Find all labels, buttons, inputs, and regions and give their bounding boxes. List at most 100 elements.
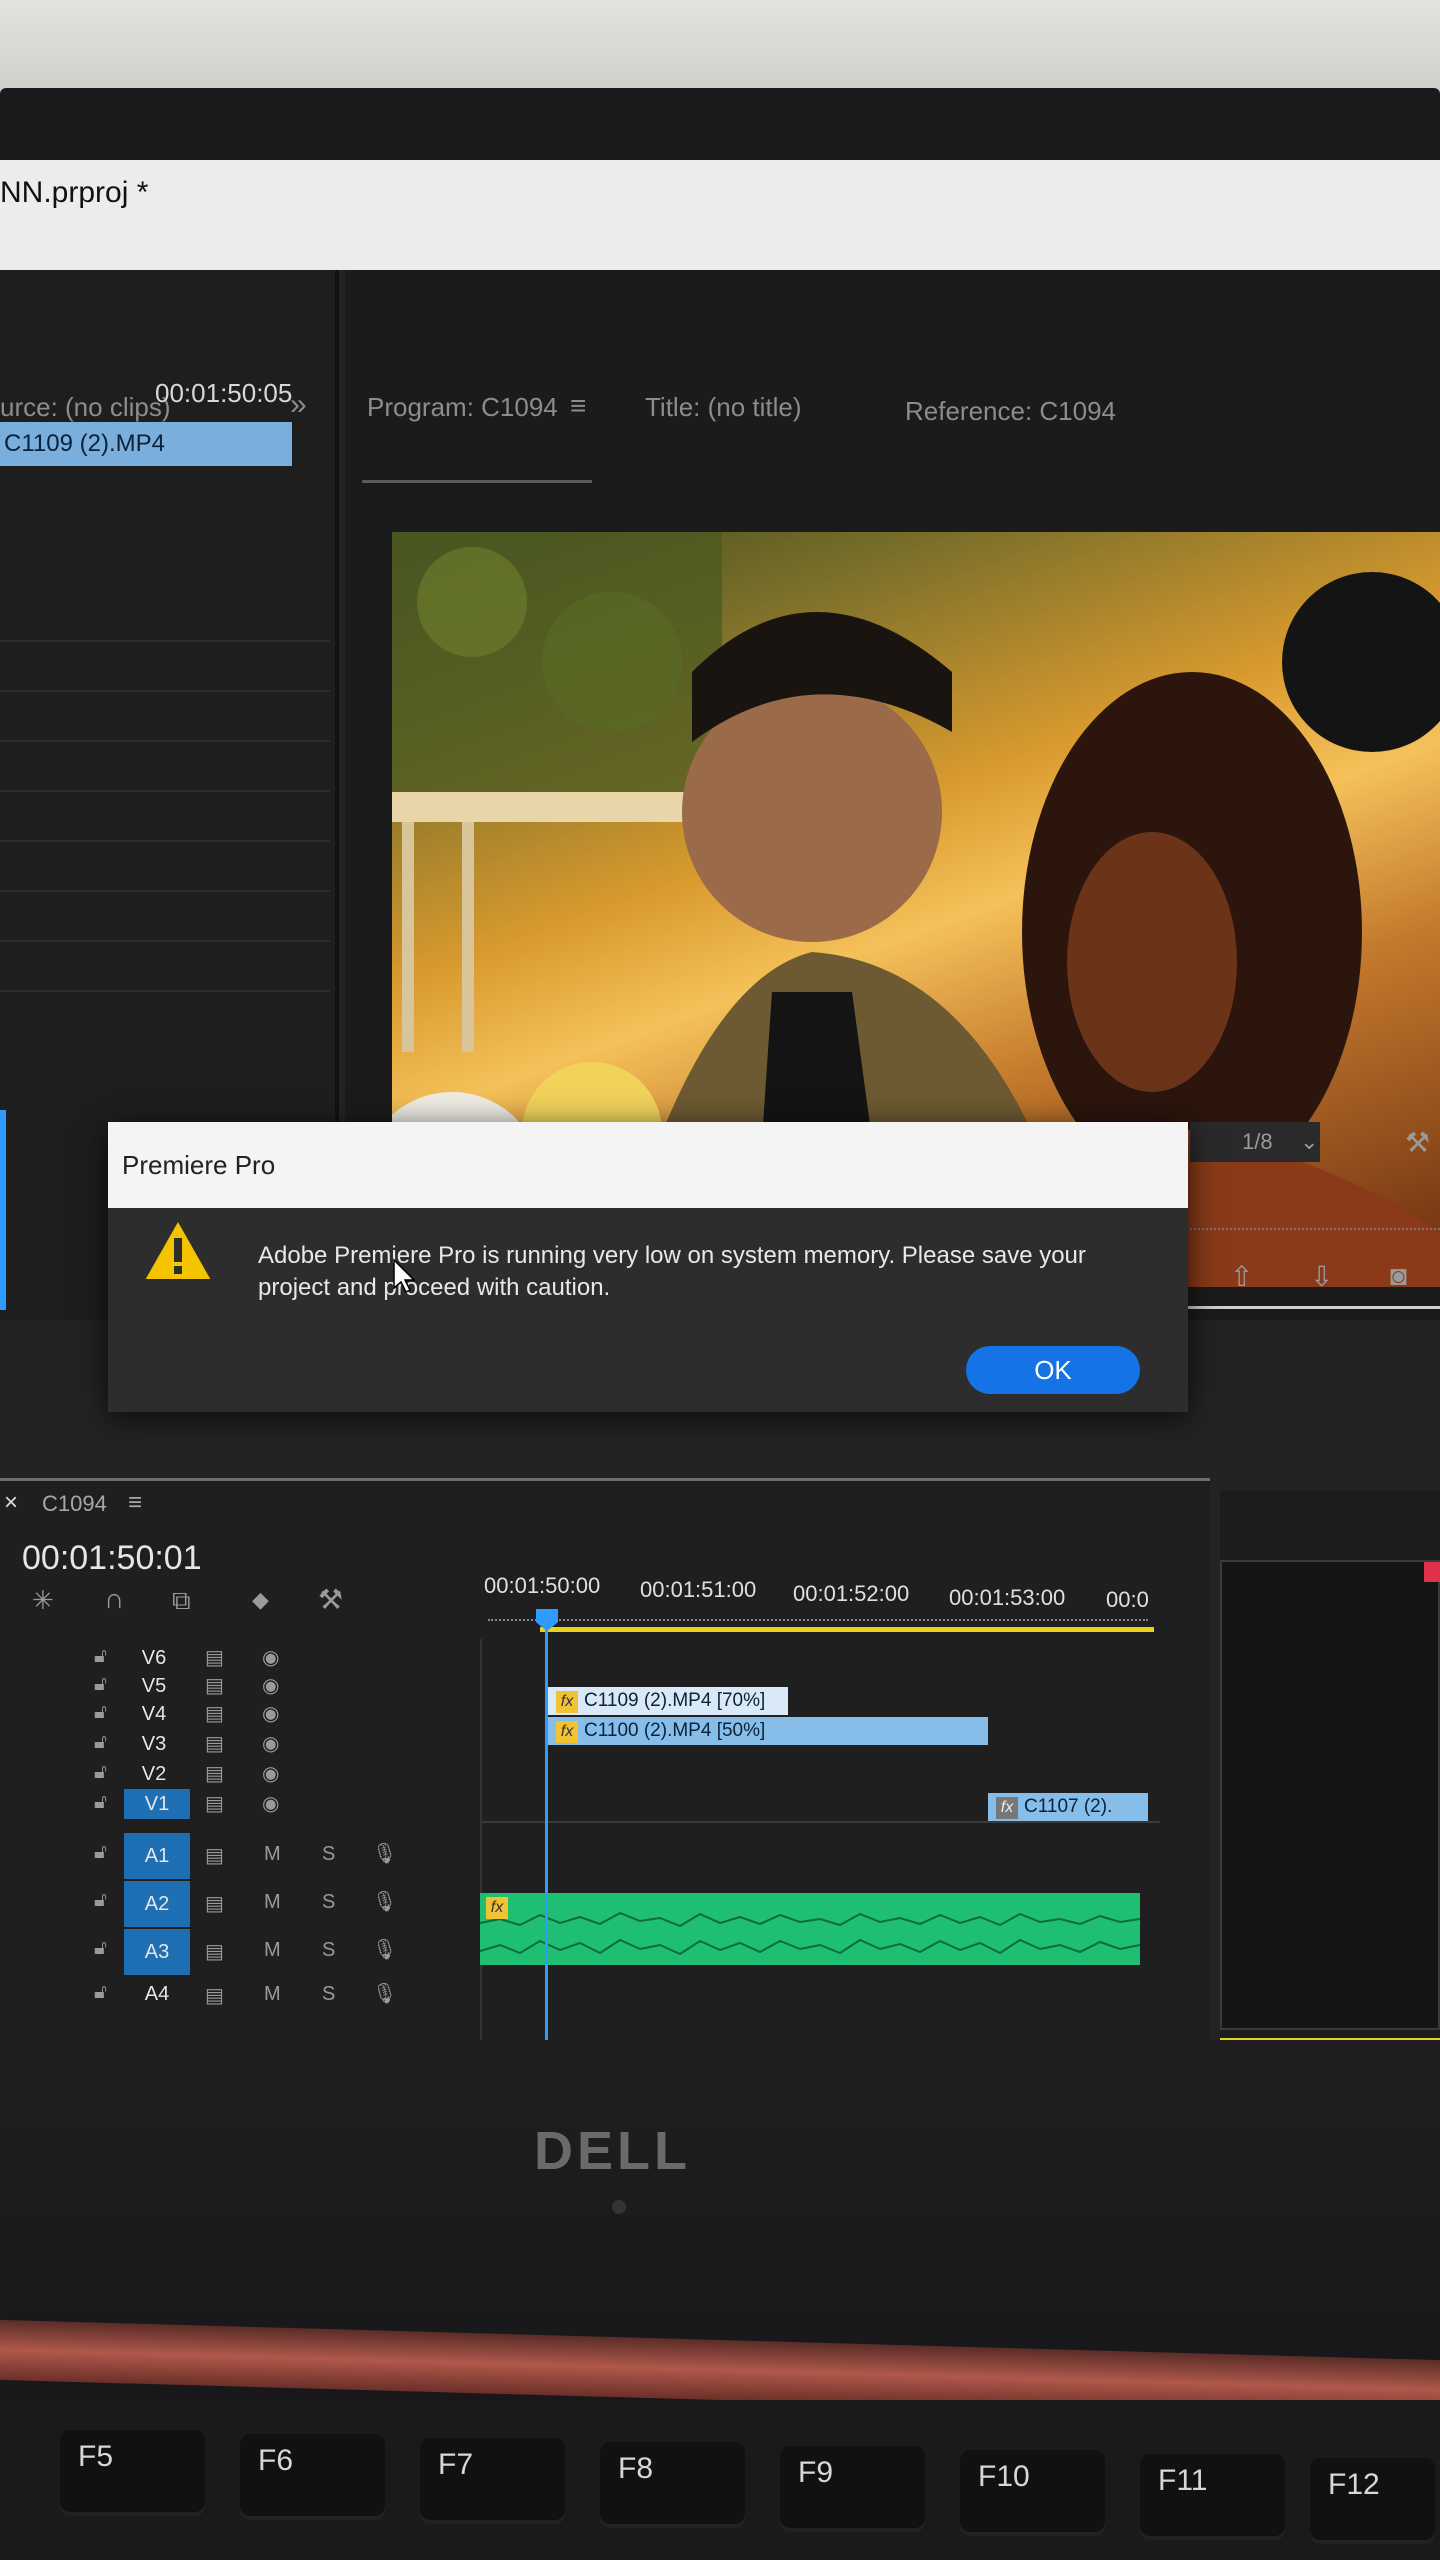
extract-icon[interactable]: ⇩ (1310, 1260, 1333, 1293)
mute-button[interactable]: M (264, 1843, 281, 1866)
f5-key[interactable]: F5 (60, 2430, 205, 2516)
clip-name: C1107 (2). (1024, 1796, 1113, 1817)
clip[interactable]: fx C1109 (2).MP4 [70%] (548, 1687, 788, 1715)
sync-lock-icon[interactable]: ▤ (205, 1701, 224, 1726)
timeline-panel: × C1094 ≡ 00:01:50:01 ✳ ∩ ⧉ ◆ ⚒ 00:01:50… (0, 1478, 1210, 2040)
lock-icon[interactable]: 🔓︎ (94, 1701, 107, 1724)
lock-icon[interactable]: 🔓︎ (94, 1731, 107, 1754)
wrench-icon[interactable]: ⚒ (318, 1583, 343, 1616)
solo-button[interactable]: S (322, 1843, 335, 1866)
track-label[interactable]: V5 (132, 1671, 176, 1701)
sequence-tab[interactable]: C1094 (42, 1491, 107, 1517)
track-label-v1[interactable]: V1 (124, 1789, 190, 1819)
eye-icon[interactable]: ◉ (262, 1761, 279, 1786)
microphone-icon[interactable]: 🎙︎ (372, 1981, 397, 2006)
fx-badge: fx (556, 1721, 578, 1743)
eye-icon[interactable]: ◉ (262, 1673, 279, 1698)
track-label-a3[interactable]: A3 (124, 1929, 190, 1975)
track-label[interactable]: V3 (132, 1729, 176, 1759)
lock-icon[interactable]: 🔓︎ (94, 1937, 107, 1960)
f6-key[interactable]: F6 (240, 2434, 385, 2520)
add-marker-icon[interactable]: ◆ (252, 1587, 269, 1613)
fx-badge: fx (556, 1691, 578, 1713)
eye-icon[interactable]: ◉ (262, 1701, 279, 1726)
more-panels-button[interactable]: » (290, 388, 307, 422)
lock-icon[interactable]: 🔓︎ (94, 1889, 107, 1912)
tab-title[interactable]: Title: (no title) (645, 392, 802, 423)
lock-icon[interactable]: 🔓︎ (94, 1981, 107, 2004)
track-label[interactable]: V4 (132, 1699, 176, 1729)
f8-key[interactable]: F8 (600, 2442, 745, 2528)
sync-lock-icon[interactable]: ▤ (205, 1791, 224, 1816)
timeline-timecode[interactable]: 00:01:50:01 (22, 1539, 202, 1578)
mute-button[interactable]: M (264, 1939, 281, 1962)
track-label[interactable]: V2 (132, 1759, 176, 1789)
linked-selection-icon[interactable]: ⧉ (172, 1585, 191, 1617)
track-label-a4[interactable]: A4 (124, 1979, 190, 2009)
dialog-title: Premiere Pro (108, 1122, 1188, 1208)
source-clip[interactable]: C1109 (2).MP4 (0, 422, 292, 466)
f10-key[interactable]: F10 (960, 2450, 1105, 2536)
lock-icon[interactable]: 🔓︎ (94, 1791, 107, 1814)
nest-icon[interactable]: ✳ (32, 1585, 54, 1616)
eye-icon[interactable]: ◉ (262, 1645, 279, 1670)
solo-button[interactable]: S (322, 1939, 335, 1962)
mute-button[interactable]: M (264, 1983, 281, 2006)
meter-area (1220, 1560, 1440, 2030)
sync-lock-icon[interactable]: ▤ (205, 1731, 224, 1756)
track-label[interactable]: V6 (132, 1643, 176, 1673)
eye-icon[interactable]: ◉ (262, 1791, 279, 1816)
sync-lock-icon[interactable]: ▤ (205, 1645, 224, 1670)
lock-icon[interactable]: 🔓︎ (94, 1673, 107, 1696)
time-ruler-ticks[interactable] (488, 1609, 1148, 1621)
microphone-icon[interactable]: 🎙︎ (372, 1937, 397, 1962)
divider (0, 840, 330, 842)
solo-button[interactable]: S (322, 1891, 335, 1914)
snap-icon[interactable]: ∩ (104, 1583, 124, 1615)
low-memory-dialog: Premiere Pro Adobe Premiere Pro is runni… (108, 1122, 1188, 1412)
program-menu-icon[interactable]: ≡ (570, 390, 586, 422)
lock-icon[interactable]: 🔓︎ (94, 1645, 107, 1668)
track-label-a2[interactable]: A2 (124, 1881, 190, 1927)
mute-button[interactable]: M (264, 1891, 281, 1914)
clip[interactable]: fx C1107 (2). (988, 1793, 1148, 1821)
f12-key[interactable]: F12 (1310, 2458, 1435, 2544)
ok-button[interactable]: OK (966, 1346, 1140, 1394)
tab-reference[interactable]: Reference: C1094 (905, 396, 1116, 427)
audio-clip[interactable]: fx (480, 1893, 1140, 1965)
lift-icon[interactable]: ⇧ (1230, 1260, 1253, 1293)
sync-lock-icon[interactable]: ▤ (205, 1939, 224, 1964)
solo-button[interactable]: S (322, 1983, 335, 2006)
f11-key[interactable]: F11 (1140, 2454, 1285, 2540)
playhead-line[interactable] (545, 1629, 548, 2040)
wrench-icon[interactable]: ⚒ (1405, 1126, 1430, 1159)
divider (0, 890, 330, 892)
source-tab[interactable]: urce: (no clips) (0, 392, 171, 423)
eye-icon[interactable]: ◉ (262, 1731, 279, 1756)
sync-lock-icon[interactable]: ▤ (205, 1983, 224, 2008)
fit-select[interactable]: 1/8 ⌄ (1190, 1122, 1320, 1162)
sync-lock-icon[interactable]: ▤ (205, 1761, 224, 1786)
divider (0, 790, 330, 792)
tab-program[interactable]: Program: C1094 (367, 392, 558, 423)
close-icon[interactable]: × (4, 1489, 18, 1517)
f7-key[interactable]: F7 (420, 2438, 565, 2524)
sync-lock-icon[interactable]: ▤ (205, 1843, 224, 1868)
ruler-time: 00:01:52:00 (793, 1581, 910, 1606)
sync-lock-icon[interactable]: ▤ (205, 1891, 224, 1916)
clip[interactable]: fx C1100 (2).MP4 [50%] (548, 1717, 988, 1745)
lock-icon[interactable]: 🔓︎ (94, 1841, 107, 1864)
program-ruler[interactable] (1190, 1212, 1440, 1230)
camera-icon[interactable]: ◙ (1390, 1260, 1407, 1292)
title-bar: NN.prproj * (0, 160, 1440, 270)
sync-lock-icon[interactable]: ▤ (205, 1673, 224, 1698)
microphone-icon[interactable]: 🎙︎ (372, 1841, 397, 1866)
microphone-icon[interactable]: 🎙︎ (372, 1889, 397, 1914)
track-label-a1[interactable]: A1 (124, 1833, 190, 1879)
f9-key[interactable]: F9 (780, 2446, 925, 2532)
lock-icon[interactable]: 🔓︎ (94, 1761, 107, 1784)
video-audio-divider (482, 1821, 1160, 1823)
work-area-bar[interactable] (540, 1627, 1154, 1632)
audio-meters-panel: S (1220, 1490, 1440, 2040)
sequence-menu-icon[interactable]: ≡ (128, 1489, 142, 1517)
